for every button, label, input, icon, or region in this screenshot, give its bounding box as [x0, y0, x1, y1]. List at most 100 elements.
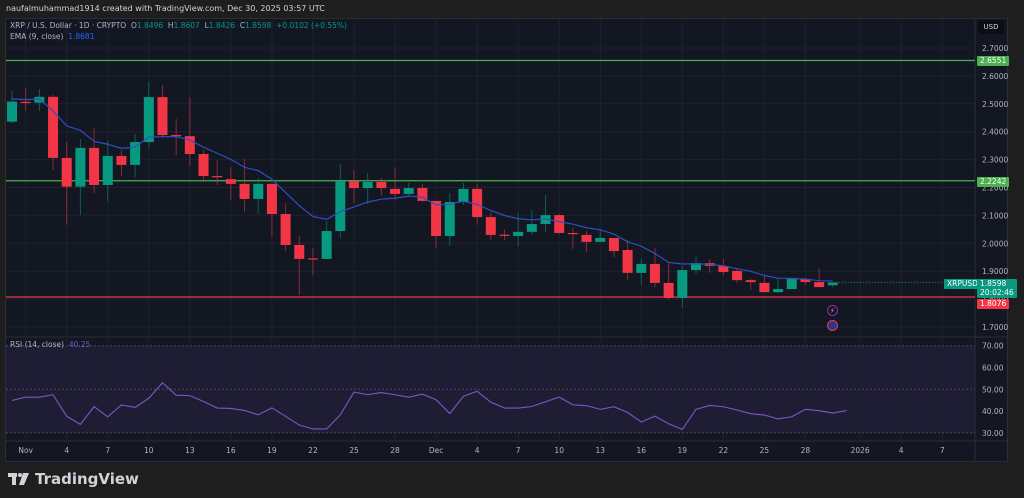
chart-canvas[interactable]: 2.70002.60002.50002.40002.30002.20002.10… [0, 0, 1024, 498]
candle-body [157, 97, 168, 136]
candle [759, 275, 770, 293]
candle-body [253, 183, 264, 199]
price-tick-label: 2.4000 [982, 128, 1008, 137]
candle-body [198, 154, 209, 177]
rsi-value: 40.25 [68, 340, 91, 349]
candle [540, 195, 551, 232]
time-tick-label: 19 [267, 446, 277, 455]
candle-body [143, 97, 154, 143]
candle-body [335, 181, 346, 232]
candle-body [431, 200, 442, 237]
candle [773, 279, 784, 293]
time-tick-label: Nov [18, 446, 33, 455]
time-tick-label: 28 [801, 446, 811, 455]
candle [102, 140, 113, 201]
currency-button[interactable]: USD [978, 20, 1004, 34]
candle-body [581, 234, 592, 242]
time-tick-label: 19 [678, 446, 688, 455]
candle [130, 133, 141, 177]
tradingview-logo[interactable]: TradingView [8, 470, 139, 488]
symbol-title: XRP / U.S. Dollar · 1D · CRYPTO [10, 21, 127, 30]
candle-body [321, 231, 332, 259]
time-tick-label: 22 [719, 446, 729, 455]
candle [786, 277, 797, 290]
candle [198, 150, 209, 182]
candle-body [349, 181, 359, 189]
candle-body [458, 188, 469, 203]
candle-body [212, 176, 223, 178]
candle [335, 164, 346, 238]
candle [581, 231, 592, 252]
ema-value: 1.8681 [68, 32, 95, 41]
price-tick-label: 2.1000 [982, 211, 1008, 220]
level-badge-bottom: 1.8076 [977, 299, 1010, 309]
level-badge-mid: 2.2242 [977, 177, 1010, 187]
rsi-tick-label: 70.00 [982, 342, 1004, 351]
last-price-badge: 1.8598 20:02:46 [977, 279, 1017, 298]
candle-body [225, 179, 236, 184]
candle [280, 203, 291, 252]
candle [321, 220, 332, 259]
candle-body [608, 237, 619, 252]
candle-body [102, 155, 113, 185]
ema-label: EMA (9, close) [10, 32, 64, 41]
candle-body [390, 188, 401, 194]
candle-body [773, 289, 784, 293]
candle-body [266, 183, 277, 215]
high-value: 1.8607 [173, 21, 200, 30]
ema-legend[interactable]: EMA (9, close) 1.8681 [10, 32, 94, 41]
candle [390, 167, 401, 201]
candle-body [554, 215, 565, 233]
candle [157, 85, 168, 139]
candle-body [513, 231, 524, 237]
candle-body [745, 280, 756, 283]
candle-body [814, 282, 825, 288]
candle-body [7, 101, 17, 122]
time-tick-label: 13 [595, 446, 605, 455]
candle-body [786, 279, 797, 290]
rsi-tick-label: 30.00 [982, 429, 1004, 438]
candle-body [48, 96, 59, 158]
time-tick-label: 4 [64, 446, 69, 455]
rsi-label: RSI (14, close) [10, 340, 65, 349]
us-flag-event-icon[interactable] [827, 320, 838, 331]
candle-body [239, 183, 250, 199]
candle-body [376, 181, 387, 189]
candle [732, 268, 743, 283]
candle-body [485, 217, 496, 235]
brand-name: TradingView [35, 470, 139, 488]
time-tick-label: 22 [308, 446, 318, 455]
candle [75, 138, 86, 216]
candle-body [636, 263, 647, 273]
candle-body [499, 234, 510, 236]
candle [567, 227, 578, 249]
lightning-event-icon[interactable]: ⚡ [827, 305, 838, 316]
candle-body [622, 249, 633, 273]
symbol-legend[interactable]: XRP / U.S. Dollar · 1D · CRYPTO O1.8496 … [10, 21, 347, 30]
time-tick-label: 10 [144, 446, 154, 455]
candle [663, 261, 674, 300]
candle [554, 214, 565, 235]
low-value: 1.8426 [208, 21, 236, 30]
candle-body [732, 270, 743, 281]
time-tick-label: 28 [390, 446, 400, 455]
rsi-tick-label: 60.00 [982, 364, 1004, 373]
last-price: 1.8598 [980, 279, 1007, 288]
candle-body [526, 224, 537, 232]
candle [61, 142, 72, 225]
price-tick-label: 2.6000 [982, 72, 1008, 81]
price-tick-label: 1.9000 [982, 267, 1008, 276]
candle [677, 265, 688, 309]
candle-body [75, 147, 86, 187]
time-tick-label: 7 [105, 446, 110, 455]
time-tick-label: 2026 [851, 446, 870, 455]
candle [116, 150, 127, 177]
price-tick-label: 2.7000 [982, 44, 1008, 53]
rsi-legend[interactable]: RSI (14, close) 40.25 [10, 340, 90, 349]
time-tick-label: Dec [429, 446, 444, 455]
time-tick-label: 25 [349, 446, 359, 455]
time-tick-label: 16 [637, 446, 647, 455]
price-tick-label: 2.0000 [982, 239, 1008, 248]
candle [362, 172, 373, 204]
candle-body [759, 282, 770, 293]
